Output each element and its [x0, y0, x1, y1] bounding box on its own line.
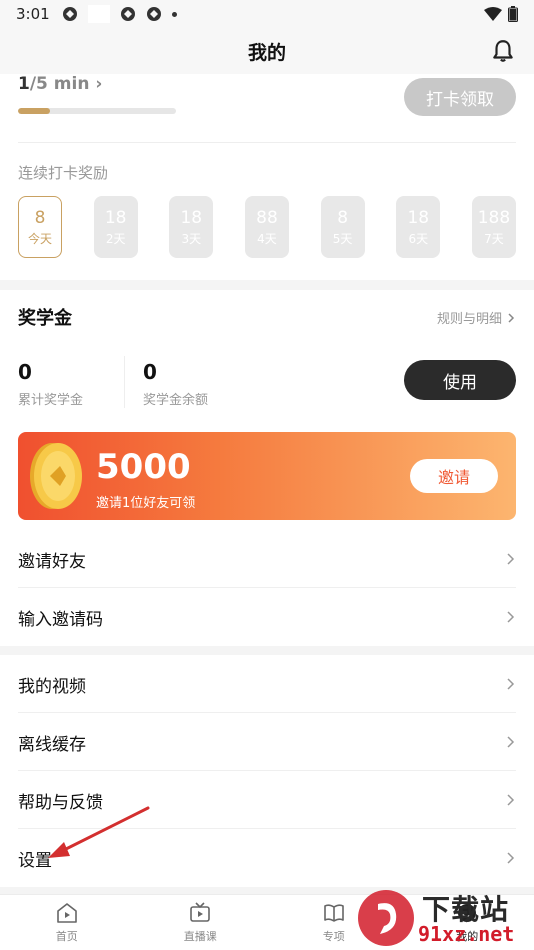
tv-play-icon: [190, 902, 211, 922]
site-watermark: 下载站 91xz.net: [354, 886, 534, 950]
top-navbar: 我的: [0, 28, 534, 74]
study-progress-bar: [18, 108, 176, 114]
scholarship-title: 奖学金: [18, 308, 72, 329]
streak-day-4: 88 4天: [244, 196, 289, 258]
menu-help-feedback[interactable]: 帮助与反馈: [0, 771, 534, 829]
streak-day-3: 18 3天: [169, 196, 214, 258]
reward-amount: 5000: [96, 447, 191, 487]
streak-day-list: 8 今天 18 2天 18 3天 88 4天 8 5天 18 6天 188 7天: [18, 196, 516, 258]
chevron-right-icon: ›: [95, 74, 103, 94]
wifi-icon: [484, 7, 502, 21]
bell-icon[interactable]: [490, 38, 516, 64]
page-title: 我的: [247, 41, 286, 64]
chevron-right-icon: [507, 736, 515, 748]
notification-app-icon: [120, 7, 135, 21]
divider: [124, 356, 125, 408]
streak-rewards-title: 连续打卡奖励: [18, 164, 109, 182]
use-scholarship-button[interactable]: 使用: [404, 360, 516, 400]
checkin-claim-button[interactable]: 打卡领取: [404, 78, 516, 116]
streak-day-7: 188 7天: [471, 196, 516, 258]
status-time: 3:01: [16, 5, 50, 23]
tab-home[interactable]: 首页: [0, 895, 134, 950]
notification-app-icon: [146, 7, 161, 21]
total-scholarship-stat: 0 累计奖学金: [18, 360, 84, 408]
more-notifications-dot-icon: [171, 11, 177, 17]
status-bar: 3:01: [0, 0, 534, 28]
tab-live-class[interactable]: 直播课: [134, 895, 268, 950]
scholarship-balance-stat: 0 奖学金余额: [143, 360, 209, 408]
reward-subtitle: 邀请1位好友可领: [96, 496, 196, 511]
study-progress-fill: [18, 108, 50, 114]
chevron-right-icon: [508, 312, 515, 323]
rules-details-link[interactable]: 规则与明细: [437, 308, 516, 327]
home-play-icon: [56, 903, 77, 923]
chevron-right-icon: [507, 611, 515, 623]
chevron-right-icon: [507, 553, 515, 565]
open-book-icon: [323, 904, 344, 922]
checkin-card: 1/5 min › 打卡领取 连续打卡奖励 8 今天 18 2天 18 3天 88 4天…: [0, 74, 534, 280]
streak-day-2: 18 2天: [93, 196, 138, 258]
menu-invite-friends[interactable]: 邀请好友: [0, 530, 534, 588]
invite-reward-banner[interactable]: 5000 邀请1位好友可领 邀请: [18, 432, 516, 520]
notification-app-icon: [62, 7, 77, 21]
menu-settings[interactable]: 设置: [0, 829, 534, 887]
invite-button[interactable]: 邀请: [410, 459, 498, 493]
notification-blank-icon: [87, 5, 110, 23]
streak-day-1: 8 今天: [18, 196, 62, 258]
battery-icon: [508, 6, 518, 22]
menu-my-videos[interactable]: 我的视频: [0, 655, 534, 713]
chevron-right-icon: [507, 852, 515, 864]
study-progress-text[interactable]: 1/5 min ›: [18, 74, 102, 94]
streak-day-5: 8 5天: [320, 196, 365, 258]
gold-coin-icon: [30, 443, 82, 509]
chevron-right-icon: [507, 794, 515, 806]
menu-offline-cache[interactable]: 离线缓存: [0, 713, 534, 771]
chevron-right-icon: [507, 678, 515, 690]
watermark-logo-icon: [358, 890, 414, 946]
divider: [18, 142, 516, 143]
streak-day-6: 18 6天: [396, 196, 441, 258]
menu-enter-invite-code[interactable]: 输入邀请码: [0, 588, 534, 646]
